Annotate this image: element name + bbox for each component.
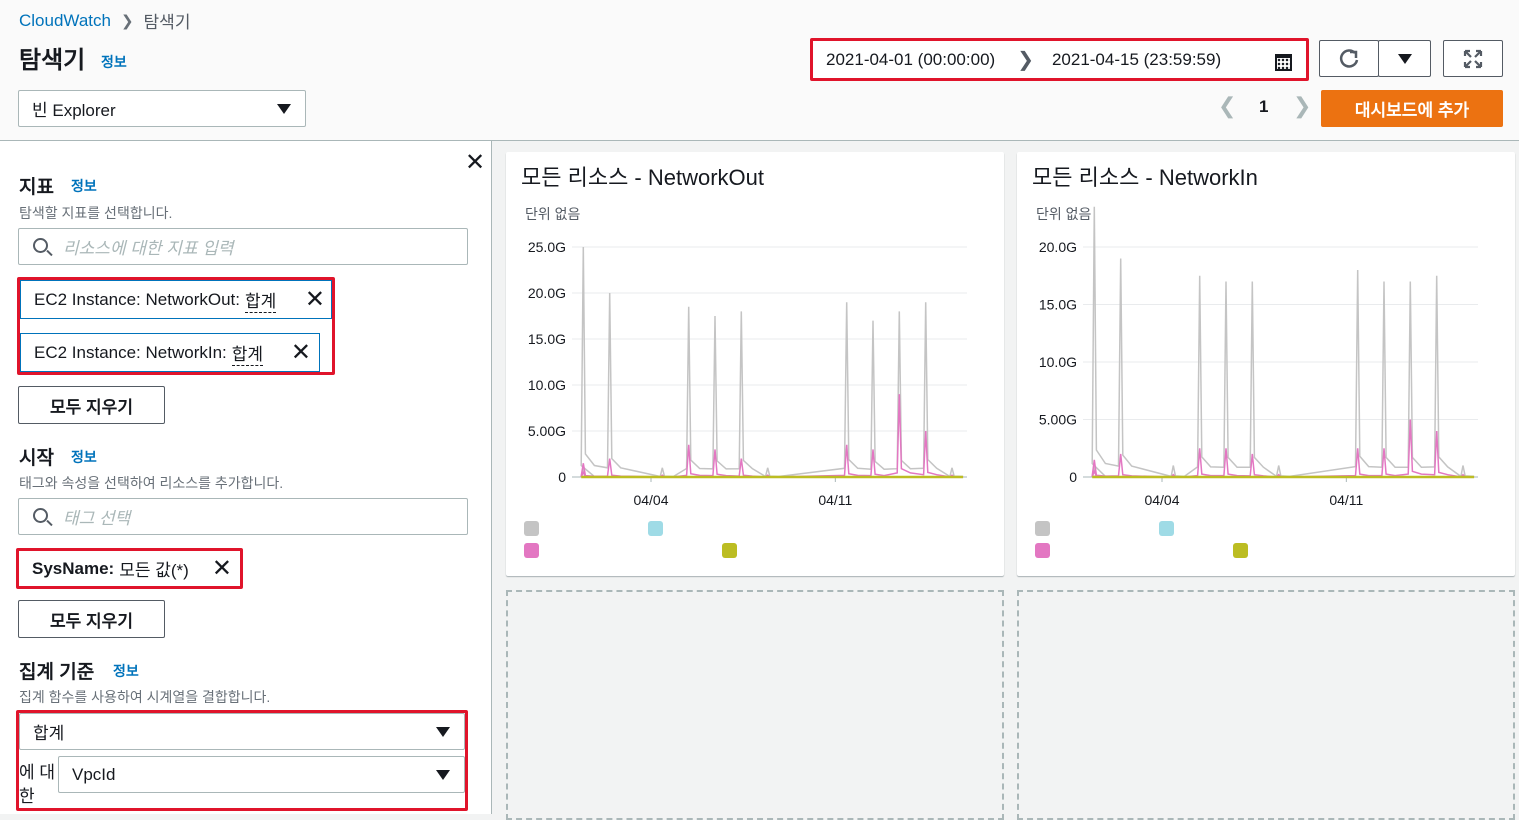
metrics-title: 지표 [19, 177, 54, 198]
legend-swatch-pink[interactable] [524, 543, 539, 558]
date-range-picker[interactable]: 2021-04-01 (00:00:00) ❯ 2021-04-15 (23:5… [810, 38, 1309, 81]
remove-token-icon[interactable]: ✕ [212, 557, 232, 581]
networkout-chart: 25.0G 20.0G 15.0G 10.0G 5.00G 0 04/04 04/11 [528, 239, 967, 508]
explorer-select-value: 빈 Explorer [32, 101, 116, 120]
tag-search-input[interactable]: 태그 선택 [18, 498, 468, 535]
from-title: 시작 [19, 448, 54, 469]
legend-swatch-gray[interactable] [524, 521, 539, 536]
aggregate-description: 집계 함수를 사용하여 시계열을 결합합니다. [19, 689, 271, 705]
y-tick-label: 5.00G [1039, 412, 1077, 428]
chart-panel-networkout[interactable]: 모든 리소스 - NetworkOut 단위 없음 25.0G 20.0G 15.0… [506, 152, 1004, 576]
empty-widget-slot[interactable] [1017, 590, 1515, 820]
metrics-info-link[interactable]: 정보 [71, 176, 97, 196]
title-info-link[interactable]: 정보 [101, 52, 127, 72]
networkin-chart: 20.0G 15.0G 10.0G 5.00G 0 04/04 04/11 [1039, 206, 1478, 508]
remove-token-icon[interactable]: ✕ [305, 288, 325, 312]
y-tick-label: 15.0G [1039, 297, 1077, 313]
fullscreen-button[interactable] [1443, 40, 1503, 77]
search-icon [33, 508, 48, 523]
aggregate-function-select[interactable]: 합계 [19, 713, 465, 750]
metric-token-stat[interactable]: 합계 [231, 340, 264, 366]
metrics-search-input[interactable]: 리소스에 대한 지표 입력 [18, 228, 468, 265]
metrics-search-placeholder: 리소스에 대한 지표 입력 [63, 239, 234, 258]
breadcrumb-current: 탐색기 [143, 13, 191, 32]
legend-swatch-cyan[interactable] [1159, 521, 1174, 536]
chevron-right-icon: ❯ [120, 12, 134, 30]
legend-swatch-gray[interactable] [1035, 521, 1050, 536]
chart-panel-networkin[interactable]: 모든 리소스 - NetworkIn 단위 없음 20.0G 15.0G 10.0G… [1017, 152, 1515, 576]
legend-swatch-olive[interactable] [1233, 543, 1248, 558]
legend-swatch-olive[interactable] [722, 543, 737, 558]
expand-icon [1463, 49, 1483, 68]
breadcrumb: CloudWatch ❯ 탐색기 [19, 8, 190, 33]
for-label: 에 대한 [19, 763, 56, 806]
tag-token: SysName: 모든 값(*) ✕ [16, 548, 243, 589]
aggregate-info-link[interactable]: 정보 [113, 661, 139, 681]
explorer-select[interactable]: 빈 Explorer [18, 90, 306, 127]
caret-down-icon [277, 103, 291, 114]
caret-down-icon [1397, 53, 1412, 64]
aggregate-function-value: 합계 [33, 724, 65, 743]
y-tick-label: 0 [1069, 469, 1077, 485]
y-tick-label: 0 [558, 469, 566, 485]
date-start: 2021-04-01 (00:00:00) [826, 49, 996, 69]
series-line [580, 246, 964, 478]
close-icon[interactable]: ✕ [465, 151, 485, 175]
metrics-description: 탐색할 지표를 선택합니다. [19, 205, 173, 221]
remove-token-icon[interactable]: ✕ [291, 341, 311, 365]
metric-token: EC2 Instance: NetworkOut: 합계 ✕ [20, 280, 332, 319]
legend-swatch-cyan[interactable] [648, 521, 663, 536]
chevron-right-icon: ❯ [1017, 49, 1034, 71]
y-tick-label: 10.0G [528, 377, 566, 393]
y-tick-label: 20.0G [1039, 239, 1077, 255]
from-description: 태그와 속성을 선택하여 리소스를 추가합니다. [19, 475, 284, 491]
metric-token-stat[interactable]: 합계 [244, 287, 277, 313]
group-by-value: VpcId [72, 764, 116, 784]
x-tick-label: 04/04 [633, 492, 668, 508]
from-info-link[interactable]: 정보 [71, 447, 97, 467]
tag-search-placeholder: 태그 선택 [63, 509, 131, 528]
metric-token-label: EC2 Instance: NetworkIn: [34, 342, 227, 362]
caret-down-icon [436, 726, 450, 737]
tag-token-key: SysName: [32, 558, 115, 578]
metric-token-label: EC2 Instance: NetworkOut: [34, 289, 240, 309]
caret-down-icon [436, 769, 450, 780]
y-tick-label: 15.0G [528, 331, 566, 347]
x-tick-label: 04/11 [818, 492, 852, 508]
legend-swatch-pink[interactable] [1035, 543, 1050, 558]
explorer-sidebar: ✕ 지표 정보 탐색할 지표를 선택합니다. 리소스에 대한 지표 입력 EC2… [0, 141, 492, 814]
metric-token: EC2 Instance: NetworkIn: 합계 ✕ [20, 333, 320, 372]
y-tick-label: 25.0G [528, 239, 566, 255]
refresh-options-button[interactable] [1378, 40, 1431, 77]
x-tick-label: 04/04 [1144, 492, 1179, 508]
prev-page-icon[interactable]: ❮ [1218, 93, 1236, 119]
y-tick-label: 10.0G [1039, 354, 1077, 370]
page-number[interactable]: 1 [1259, 97, 1268, 117]
group-by-select[interactable]: VpcId [58, 756, 465, 793]
y-tick-label: 5.00G [528, 423, 566, 439]
aggregate-title: 집계 기준 [19, 662, 95, 683]
series-line [1091, 419, 1475, 478]
top-bar: CloudWatch ❯ 탐색기 탐색기 정보 빈 Explorer 2021-… [0, 0, 1519, 141]
y-tick-label: 20.0G [528, 285, 566, 301]
clear-tags-button[interactable]: 모두 지우기 [18, 600, 165, 638]
refresh-icon [1339, 48, 1359, 68]
date-end: 2021-04-15 (23:59:59) [1051, 49, 1222, 69]
empty-widget-slot[interactable] [506, 590, 1004, 820]
clear-metrics-button[interactable]: 모두 지우기 [18, 386, 165, 424]
x-tick-label: 04/11 [1329, 492, 1363, 508]
add-to-dashboard-button[interactable]: 대시보드에 추가 [1321, 90, 1503, 127]
next-page-icon[interactable]: ❯ [1293, 93, 1311, 119]
calendar-icon[interactable] [1275, 54, 1292, 71]
search-icon [33, 238, 48, 253]
refresh-button[interactable] [1319, 40, 1379, 77]
page-title: 탐색기 [19, 47, 86, 74]
tag-token-value: 모든 값(*) [119, 561, 189, 580]
breadcrumb-cloudwatch-link[interactable]: CloudWatch [19, 11, 111, 31]
